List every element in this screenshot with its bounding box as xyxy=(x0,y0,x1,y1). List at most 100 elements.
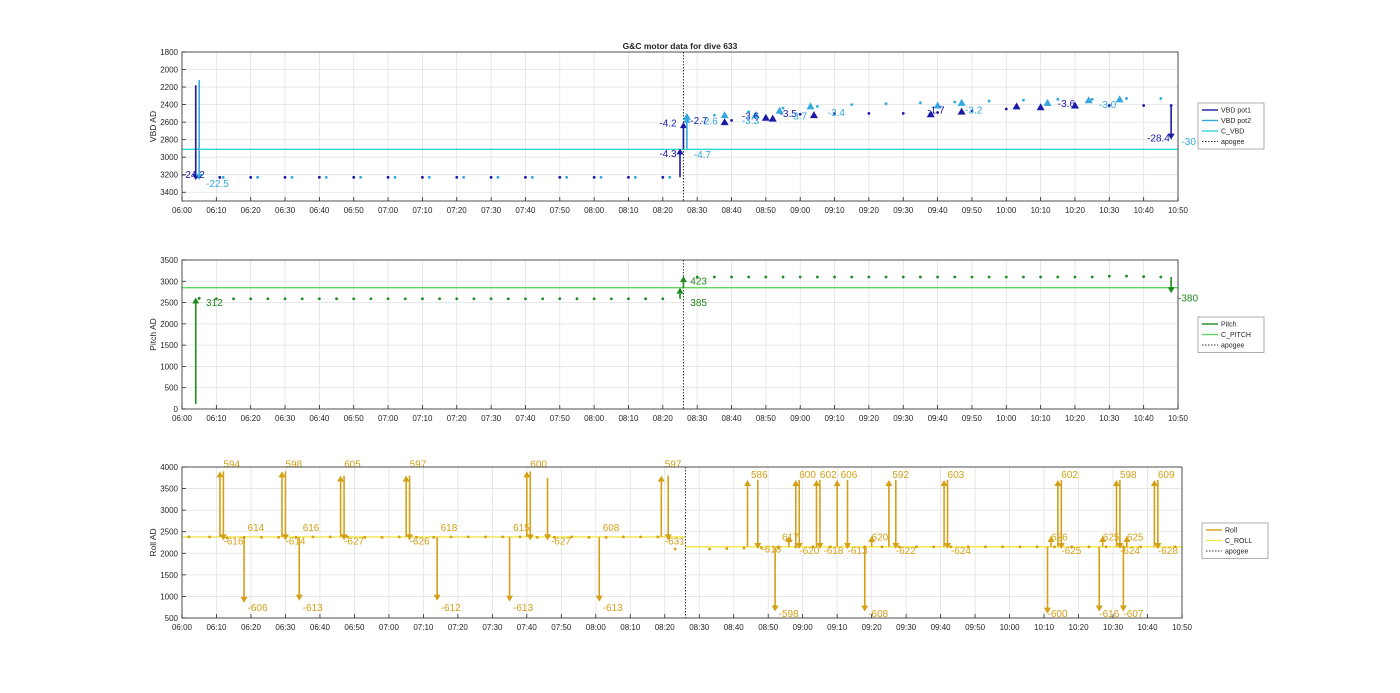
data-label: -3.0 xyxy=(1099,100,1117,111)
x-tick-label: 07:00 xyxy=(378,206,399,215)
data-point xyxy=(815,275,819,279)
data-point xyxy=(1142,104,1146,107)
legend: Roll C_ROLLapogee xyxy=(1201,522,1269,559)
y-tick-label: 3500 xyxy=(160,256,178,265)
data-label: -613 xyxy=(303,603,323,614)
x-tick-label: 07:30 xyxy=(482,623,503,632)
data-point xyxy=(953,100,957,104)
x-tick-label: 09:10 xyxy=(825,206,846,215)
x-tick-label: 08:50 xyxy=(756,206,777,215)
x-tick-label: 10:30 xyxy=(1103,623,1124,632)
data-point xyxy=(455,297,459,301)
data-point xyxy=(1022,98,1025,102)
legend-entry: apogee xyxy=(1221,343,1244,350)
data-label: 618 xyxy=(441,523,458,534)
x-tick-label: 08:30 xyxy=(687,206,708,215)
data-point xyxy=(1056,275,1060,279)
data-point xyxy=(919,275,922,279)
data-point xyxy=(627,297,630,301)
x-tick-label: 07:20 xyxy=(447,414,468,423)
data-point xyxy=(661,175,665,179)
x-tick-label: 09:00 xyxy=(790,206,811,215)
data-point xyxy=(656,535,660,539)
x-tick-label: 09:10 xyxy=(825,414,846,423)
data-label: -4.2 xyxy=(659,119,677,130)
data-point xyxy=(1004,275,1008,279)
y-tick-label: 2400 xyxy=(160,101,178,110)
data-label: 597 xyxy=(665,459,682,470)
data-point xyxy=(901,111,905,115)
data-point xyxy=(328,535,332,539)
data-point xyxy=(369,297,373,301)
data-label: -3.7 xyxy=(790,111,808,122)
data-point xyxy=(317,297,321,301)
data-label: -24.2 xyxy=(182,170,205,181)
data-label: -600 xyxy=(1048,609,1068,620)
data-point xyxy=(919,101,922,105)
data-point xyxy=(277,535,280,539)
data-label: 615 xyxy=(513,523,530,534)
x-tick-label: 08:00 xyxy=(586,623,607,632)
data-point xyxy=(541,297,545,301)
data-point xyxy=(421,175,424,179)
x-tick-label: 07:20 xyxy=(447,206,468,215)
data-label: -616 xyxy=(1099,609,1119,620)
y-tick-label: 500 xyxy=(165,384,179,393)
data-label: 605 xyxy=(344,459,361,470)
data-label: 598 xyxy=(285,459,302,470)
x-tick-label: 07:10 xyxy=(412,414,433,423)
data-label: 606 xyxy=(841,470,858,481)
data-point xyxy=(187,535,191,539)
x-tick-label: 06:20 xyxy=(241,623,262,632)
x-tick-label: 08:10 xyxy=(620,623,641,632)
x-tick-label: 10:10 xyxy=(1034,623,1055,632)
data-point xyxy=(335,297,338,301)
data-point xyxy=(884,102,888,106)
x-tick-label: 06:40 xyxy=(310,623,331,632)
x-tick-label: 08:20 xyxy=(655,623,676,632)
data-label: -628 xyxy=(1158,546,1178,557)
data-label: -613 xyxy=(603,603,623,614)
x-tick-label: 07:30 xyxy=(481,414,502,423)
x-tick-label: 06:30 xyxy=(275,414,296,423)
data-point xyxy=(1001,545,1005,549)
data-point xyxy=(397,535,401,539)
data-label: 603 xyxy=(948,470,965,481)
y-tick-label: 2000 xyxy=(160,549,178,558)
x-tick-label: 09:20 xyxy=(859,206,880,215)
data-point xyxy=(283,297,287,301)
x-tick-label: 06:50 xyxy=(344,206,365,215)
x-tick-label: 09:40 xyxy=(928,206,949,215)
data-label: 617 xyxy=(782,532,799,543)
data-point xyxy=(506,297,510,301)
data-point xyxy=(1104,545,1108,549)
data-point xyxy=(742,546,746,550)
x-tick-label: 10:10 xyxy=(1031,206,1052,215)
data-point xyxy=(352,175,356,179)
data-label: -4.7 xyxy=(694,150,712,161)
x-tick-label: 07:10 xyxy=(412,206,433,215)
x-tick-label: 07:40 xyxy=(515,206,536,215)
data-label: -627 xyxy=(551,537,571,548)
x-tick-label: 10:00 xyxy=(996,414,1017,423)
x-tick-label: 10:40 xyxy=(1138,623,1159,632)
x-tick-label: 07:00 xyxy=(379,623,400,632)
data-point xyxy=(599,175,603,179)
data-point xyxy=(953,275,957,279)
data-label: -598 xyxy=(779,609,799,620)
data-point xyxy=(1090,97,1094,101)
y-tick-label: 500 xyxy=(165,614,179,623)
x-tick-label: 06:20 xyxy=(241,414,262,423)
data-point xyxy=(1022,275,1025,279)
data-label: -607 xyxy=(1123,609,1143,620)
y-tick-label: 2600 xyxy=(160,118,178,127)
x-tick-label: 10:10 xyxy=(1031,414,1052,423)
x-tick-label: 08:30 xyxy=(687,414,708,423)
y-tick-label: 1500 xyxy=(160,341,178,350)
data-point xyxy=(747,275,751,279)
data-point xyxy=(730,275,733,279)
data-point xyxy=(850,275,854,279)
data-label: 614 xyxy=(248,523,265,534)
x-tick-label: 09:50 xyxy=(962,414,983,423)
y-tick-label: 3400 xyxy=(160,188,178,197)
